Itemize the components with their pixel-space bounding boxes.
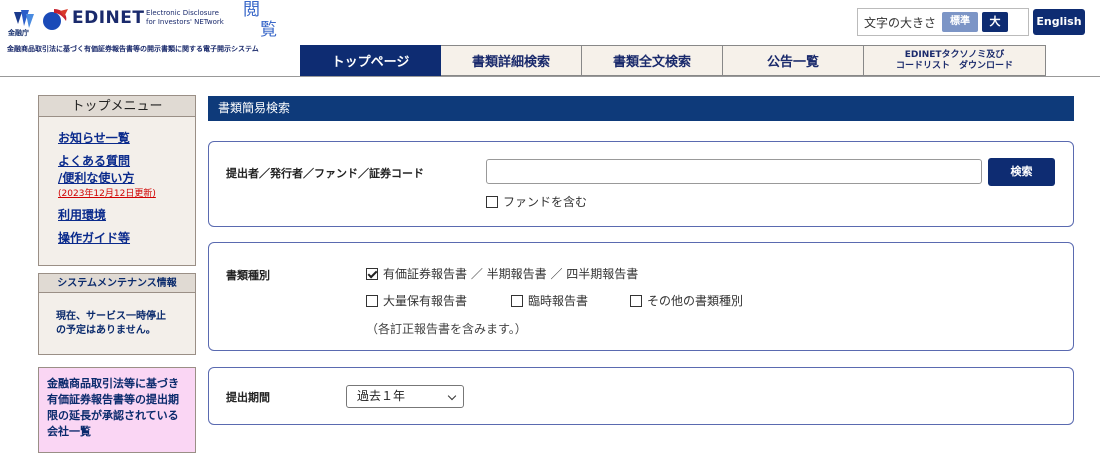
- maintenance-info: システムメンテナンス情報 現在、サービス一時停止 の予定はありません。: [38, 273, 196, 355]
- maintenance-title: システムメンテナンス情報: [39, 274, 195, 293]
- tab-full-text-search[interactable]: 書類全文検索: [582, 45, 723, 76]
- tab-top-page[interactable]: トップページ: [300, 45, 441, 76]
- faq-link[interactable]: よくある質問 /便利な使い方: [58, 153, 195, 187]
- filer-label: 提出者／発行者／ファンド／証券コード: [226, 167, 424, 180]
- english-button[interactable]: English: [1033, 9, 1085, 35]
- period-panel: 提出期間 過去１年: [208, 367, 1074, 425]
- tab-document-detail-search[interactable]: 書類詳細検索: [441, 45, 582, 76]
- other-doc-type-checkbox[interactable]: [630, 294, 642, 307]
- extraordinary-option[interactable]: 臨時報告書: [511, 292, 588, 309]
- annual-report-checkbox[interactable]: [366, 267, 378, 280]
- large-holding-checkbox[interactable]: [366, 294, 378, 307]
- tab-taxonomy-download[interactable]: EDINETタクソノミ及び コードリスト ダウンロード: [864, 45, 1046, 76]
- edinet-logo-icon: [43, 9, 68, 30]
- other-doc-type-option[interactable]: その他の書類種別: [630, 292, 743, 309]
- faq-update-note[interactable]: (2023年12月12日更新): [58, 187, 195, 201]
- search-button[interactable]: 検索: [988, 158, 1055, 186]
- font-size-label: 文字の大きさ: [864, 15, 937, 30]
- chevron-down-icon: [447, 391, 457, 401]
- deadline-extension-link[interactable]: 金融商品取引法等に基づき 有価証券報告書等の提出期 限の延長が承認されている 会…: [38, 367, 196, 453]
- brand-subtitle: Electronic Disclosure for Investors' NET…: [146, 9, 224, 26]
- etsuran-label: 閲 覧: [243, 0, 277, 40]
- period-label: 提出期間: [226, 391, 270, 404]
- maintenance-text: 現在、サービス一時停止 の予定はありません。: [56, 311, 166, 336]
- font-size-standard-button[interactable]: 標準: [942, 12, 979, 32]
- top-menu: トップメニュー お知らせ一覧 よくある質問 /便利な使い方 (2023年12月1…: [38, 95, 196, 266]
- guide-link[interactable]: 操作ガイド等: [58, 230, 195, 247]
- tagline: 金融商品取引法に基づく有価証券報告書等の開示書類に関する電子開示システム: [7, 45, 259, 53]
- period-select[interactable]: 過去１年: [346, 385, 464, 408]
- news-link[interactable]: お知らせ一覧: [58, 130, 195, 147]
- large-holding-option[interactable]: 大量保有報告書: [366, 292, 467, 309]
- filer-search-input[interactable]: [486, 159, 982, 184]
- fsa-label: 金融庁: [8, 29, 29, 37]
- font-size-switcher: 文字の大きさ 標準 大: [857, 8, 1029, 36]
- environment-link[interactable]: 利用環境: [58, 207, 195, 224]
- main-nav: トップページ 書類詳細検索 書類全文検索 公告一覧 EDINETタクソノミ及び …: [300, 45, 1046, 76]
- include-fund-checkbox[interactable]: [486, 195, 498, 208]
- document-type-panel: 書類種別 有価証券報告書 ／ 半期報告書 ／ 四半期報告書 大量保有報告書 臨時…: [208, 242, 1074, 351]
- include-fund-option[interactable]: ファンドを含む: [486, 193, 587, 210]
- tab-public-notices[interactable]: 公告一覧: [723, 45, 864, 76]
- brand-name: EDINET: [72, 8, 145, 28]
- doc-type-label: 書類種別: [226, 269, 270, 282]
- section-title: 書類簡易検索: [208, 96, 1074, 121]
- filer-search-panel: 提出者／発行者／ファンド／証券コード 検索 ファンドを含む: [208, 141, 1074, 227]
- extraordinary-checkbox[interactable]: [511, 294, 523, 307]
- doc-type-note: （各訂正報告書を含みます。）: [366, 322, 527, 336]
- annual-report-option[interactable]: 有価証券報告書 ／ 半期報告書 ／ 四半期報告書: [366, 265, 638, 282]
- header-divider: [0, 76, 1100, 77]
- font-size-large-button[interactable]: 大: [982, 12, 1009, 32]
- top-menu-title: トップメニュー: [39, 96, 195, 117]
